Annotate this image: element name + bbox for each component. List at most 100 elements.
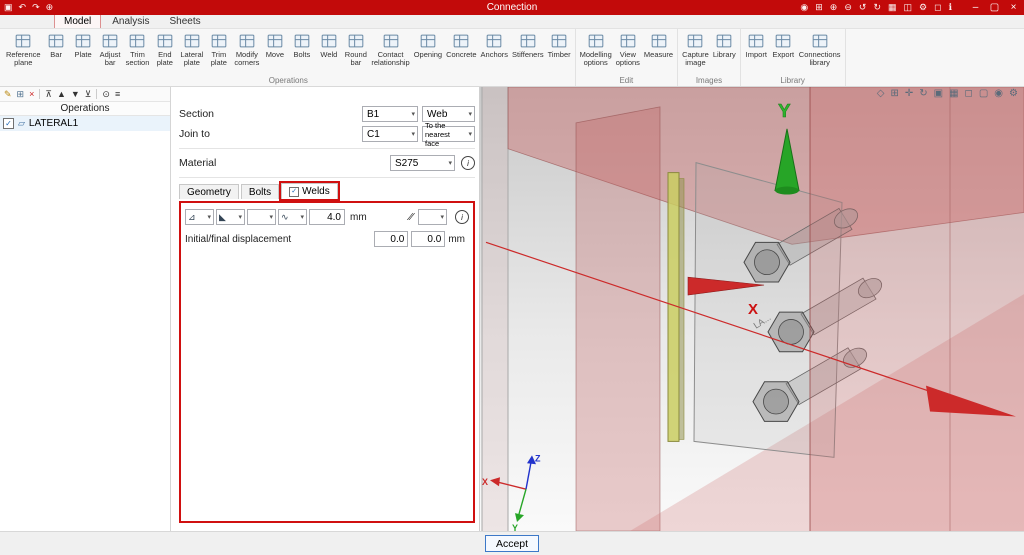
perspective-icon[interactable]: ◇ (877, 89, 885, 99)
zoom-in-icon[interactable]: ⊕ (830, 3, 838, 12)
ribbon-item-move[interactable]: Move (261, 30, 288, 59)
user-icon[interactable]: ◉ (800, 3, 808, 12)
zoom-window-icon[interactable]: ⊞ (815, 3, 823, 12)
screen-icon[interactable]: ◻ (934, 3, 941, 12)
ribbon-item-modify-corners[interactable]: Modify corners (232, 30, 261, 67)
copy-icon[interactable]: ⊞ (17, 89, 25, 99)
close-button[interactable]: × (1007, 2, 1020, 13)
weld-material-select[interactable]: ▾ (247, 209, 276, 225)
ribbon-item-bar[interactable]: Bar (43, 30, 70, 59)
solid-view-icon[interactable]: ▦ (949, 89, 958, 99)
zoom-icon[interactable]: ⊕ (46, 3, 54, 12)
ribbon-item-capture-image[interactable]: Capture image (680, 30, 711, 67)
ribbon-item-lateral-plate[interactable]: Lateral plate (178, 30, 205, 67)
move-down-icon[interactable]: ▼ (71, 89, 80, 99)
save-icon[interactable]: ▣ (4, 3, 13, 12)
ribbon-item-trim-plate[interactable]: Trim plate (205, 30, 232, 67)
front-member-overlay[interactable] (809, 87, 1024, 531)
ribbon-item-reference-plane[interactable]: Reference plane (4, 30, 43, 67)
visibility-icon[interactable]: ◉ (994, 89, 1003, 99)
help-icon[interactable]: ℹ (949, 3, 952, 12)
weld-related-select[interactable]: ▾ (418, 209, 447, 225)
accept-button[interactable]: Accept (484, 535, 540, 552)
grid-icon[interactable]: ▦ (888, 3, 897, 12)
move-bottom-icon[interactable]: ⊻ (85, 89, 92, 99)
tab-geometry[interactable]: Geometry (179, 184, 239, 199)
ribbon-item-concrete[interactable]: Concrete (444, 30, 478, 59)
zoom-out-icon[interactable]: ⊖ (844, 3, 852, 12)
ribbon-tab-analysis[interactable]: Analysis (103, 15, 158, 28)
filter-icon[interactable]: ≡ (115, 89, 120, 99)
displacement-row: Initial/final displacement mm (185, 231, 469, 247)
lateral-plate-member[interactable] (667, 172, 685, 442)
ribbon-item-contact-relationship[interactable]: Contact relationship (369, 30, 411, 67)
ribbon-item-bolts[interactable]: Bolts (288, 30, 315, 59)
move-top-icon[interactable]: ⊼ (45, 89, 52, 99)
zoom-fit-icon[interactable]: ⊞ (890, 89, 898, 99)
material-info-icon[interactable]: i (461, 156, 475, 170)
rotate-right-icon[interactable]: ↻ (873, 3, 881, 12)
viewport-toolbar: ◇ ⊞ ✛ ↻ ▣ ▦ ◻ ▢ ◉ ⚙ (877, 89, 1018, 99)
rotate-view-icon[interactable]: ↻ (919, 89, 927, 99)
weld-type-select[interactable]: ⊿ ▾ (185, 209, 214, 225)
ribbon-tab-model[interactable]: Model (54, 14, 102, 28)
displacement-start-input[interactable] (374, 231, 409, 247)
weld-shape-select[interactable]: ∿ ▾ (278, 209, 307, 225)
section-member-select[interactable]: B1 ▾ (362, 106, 418, 122)
ribbon-item-end-plate[interactable]: End plate (151, 30, 178, 67)
tab-bolts[interactable]: Bolts (240, 184, 280, 199)
measure-icon (649, 30, 669, 51)
3d-viewport[interactable]: X Y LA... X Z Y ◇ ⊞ ✛ ↻ ▣ ▦ ◻ ▢ ◉ ⚙ (480, 87, 1024, 531)
lateral1-checkbox[interactable]: ✓ (3, 118, 14, 129)
move-up-icon[interactable]: ▲ (57, 89, 66, 99)
ribbon-item-timber[interactable]: Timber (546, 30, 573, 59)
weld-info-icon[interactable]: i (455, 210, 469, 224)
ribbon-item-trim-section[interactable]: Trim section (124, 30, 152, 67)
delete-icon[interactable]: × (29, 89, 34, 99)
ribbon-item-measure[interactable]: Measure (642, 30, 675, 59)
join-to-member-select[interactable]: C1 ▾ (362, 126, 418, 142)
pan-icon[interactable]: ✛ (905, 89, 913, 99)
redo-icon[interactable]: ↷ (32, 3, 40, 12)
ribbon-item-stiffeners[interactable]: Stiffeners (510, 30, 546, 59)
ribbon-item-opening[interactable]: Opening (412, 30, 444, 59)
settings-icon[interactable]: ⚙ (919, 3, 927, 12)
rotate-left-icon[interactable]: ↺ (859, 3, 867, 12)
ribbon-tab-sheets[interactable]: Sheets (161, 15, 210, 28)
minimize-button[interactable]: – (969, 2, 982, 13)
ribbon-item-modelling-options[interactable]: Modelling options (578, 30, 614, 67)
view-settings-icon[interactable]: ⚙ (1009, 89, 1018, 99)
ribbon-item-connections-library[interactable]: Connections library (797, 30, 843, 67)
tree-item-lateral1[interactable]: ✓ ▱ LATERAL1 (0, 116, 170, 131)
ribbon-item-view-options[interactable]: View options (614, 30, 642, 67)
ribbon-item-round-bar[interactable]: Round bar (342, 30, 369, 67)
displacement-end-input[interactable] (411, 231, 446, 247)
ribbon-item-library[interactable]: Library (711, 30, 738, 59)
tab-welds-checkbox[interactable]: ✓ (289, 186, 300, 197)
secondary-column-member[interactable] (481, 87, 509, 531)
layout-icon[interactable]: ◫ (904, 3, 913, 12)
ribbon-item-export[interactable]: Export (770, 30, 797, 59)
trim-section-icon (127, 30, 147, 51)
transparent-view-icon[interactable]: ◻ (965, 89, 973, 99)
weld-side-select[interactable]: ◣ ▾ (216, 209, 245, 225)
ribbon-item-adjust-bar[interactable]: Adjust bar (97, 30, 124, 67)
chevron-down-icon: ▾ (468, 131, 472, 138)
weld-size-input[interactable] (309, 209, 345, 225)
ribbon-item-import[interactable]: Import (743, 30, 770, 59)
ribbon-item-anchors[interactable]: Anchors (479, 30, 511, 59)
edit-icon[interactable]: ✎ (4, 89, 12, 99)
3d-scene[interactable]: X Y LA... X Z Y (480, 87, 1024, 531)
undo-icon[interactable]: ↶ (19, 3, 27, 12)
front-view-icon[interactable]: ▣ (934, 89, 943, 99)
weld-continuity-icon[interactable]: ∕∕ (410, 212, 413, 223)
column-member[interactable] (575, 106, 661, 531)
ribbon-item-plate[interactable]: Plate (70, 30, 97, 59)
maximize-button[interactable]: ▢ (988, 2, 1001, 13)
ribbon-item-weld[interactable]: Weld (315, 30, 342, 59)
tab-welds[interactable]: ✓ Welds (279, 181, 340, 201)
wireframe-view-icon[interactable]: ▢ (979, 89, 988, 99)
material-select[interactable]: S275 ▾ (390, 155, 455, 171)
search-icon[interactable]: ⊙ (102, 89, 110, 99)
join-to-face-select[interactable]: To the nearest face ▾ (422, 121, 475, 148)
